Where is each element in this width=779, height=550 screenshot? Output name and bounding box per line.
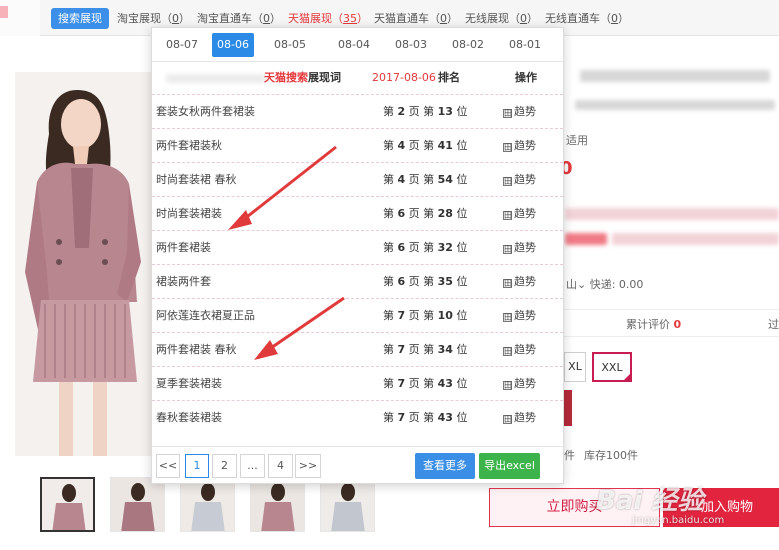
annotation-arrow-2 [254, 296, 345, 360]
annotation-arrows [228, 145, 345, 360]
annotation-arrow-1 [228, 145, 337, 230]
screen: 搜索展现 淘宝展现（0） 淘宝直通车（0） 天猫展现（35） 天猫直通车（0） … [0, 0, 779, 550]
